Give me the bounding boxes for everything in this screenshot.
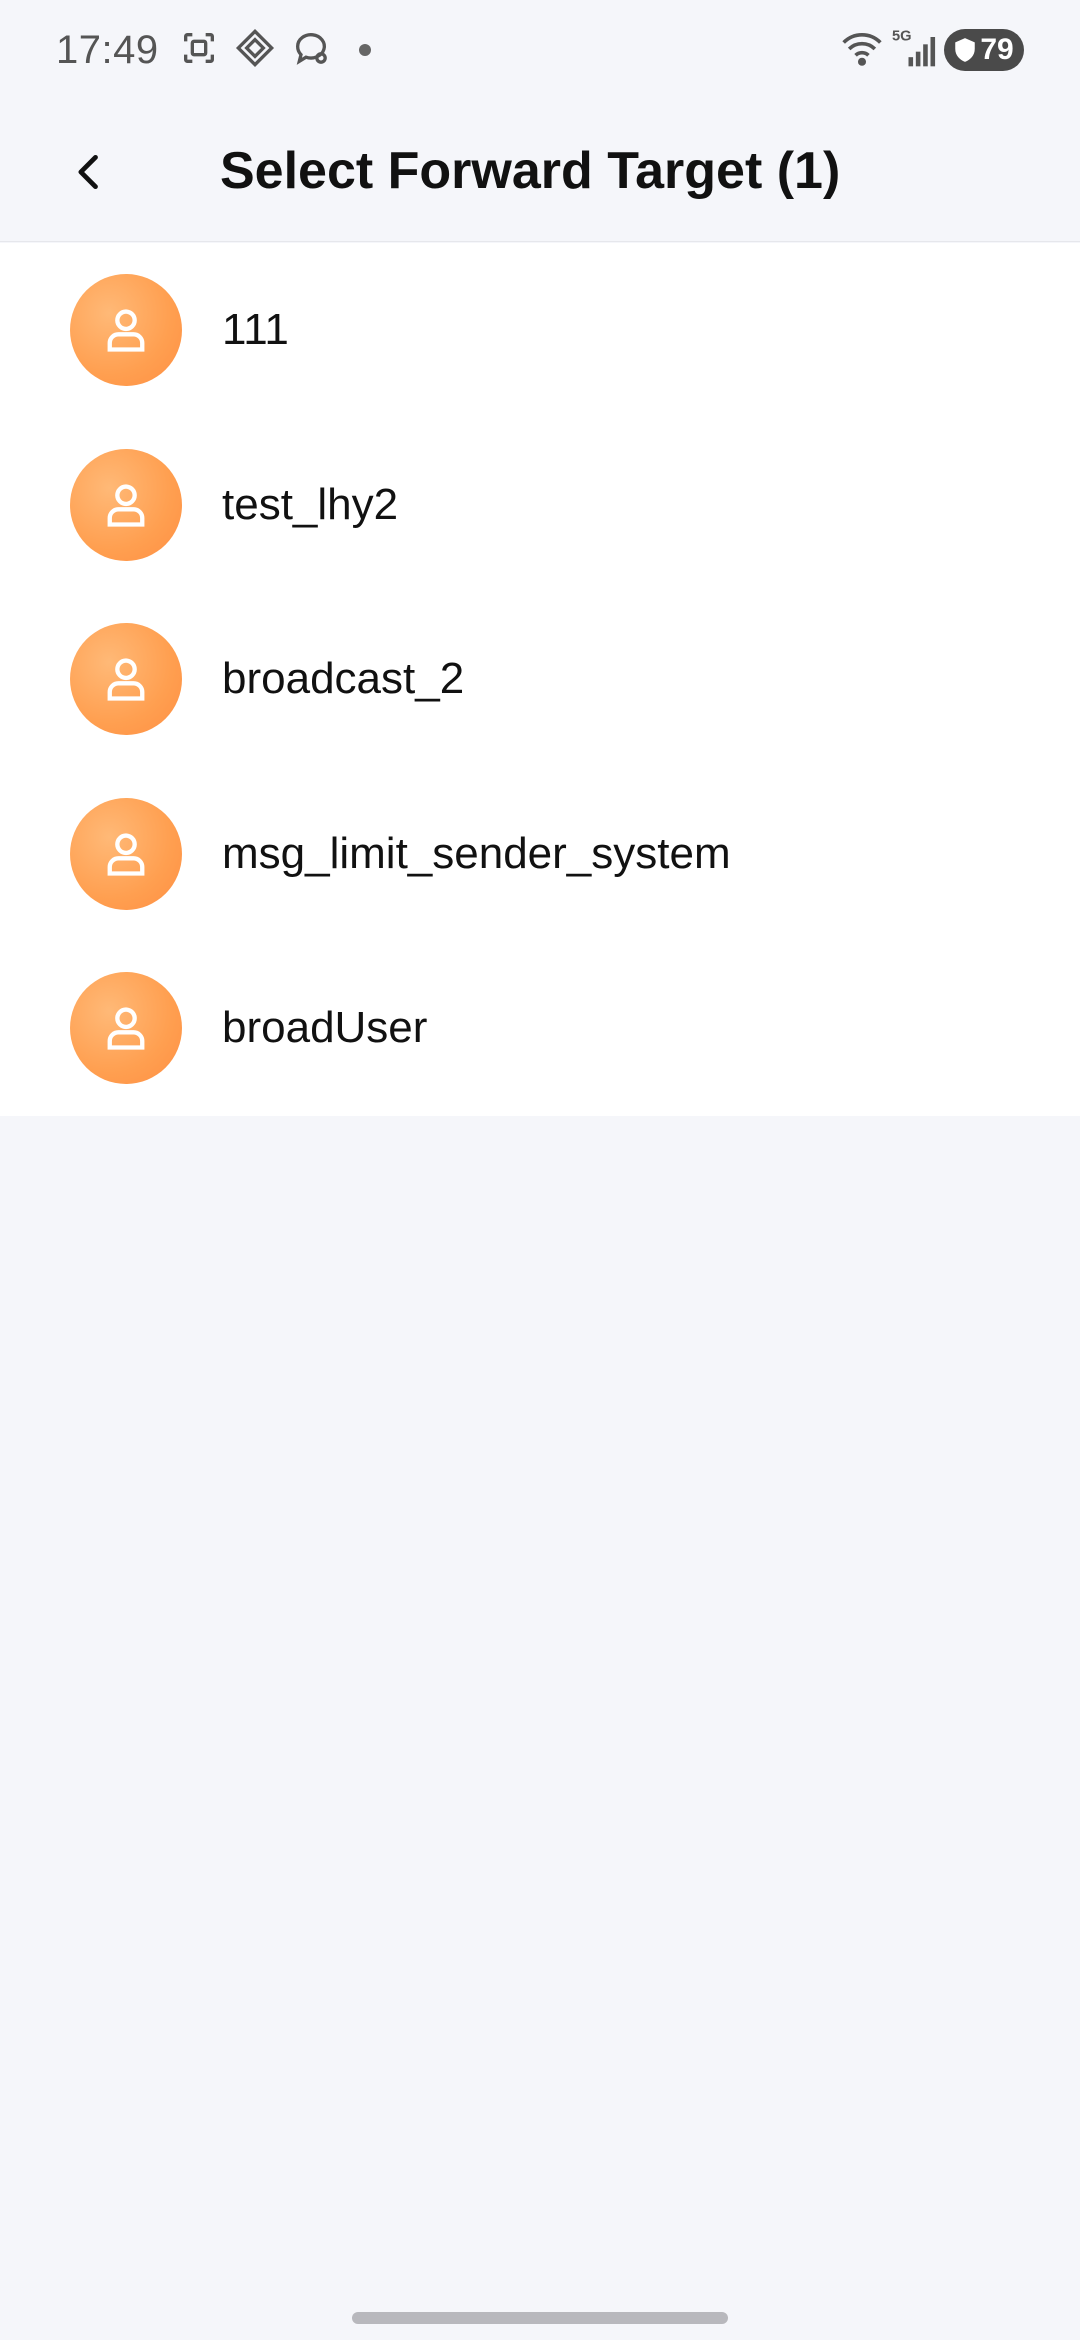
status-notification-icons xyxy=(179,28,371,73)
app-header: Select Forward Target (1) xyxy=(0,100,1080,242)
user-icon xyxy=(107,484,145,527)
target-name: broadUser xyxy=(222,1003,428,1053)
target-name: msg_limit_sender_system xyxy=(222,828,731,878)
battery-indicator: 79 xyxy=(944,29,1024,71)
avatar xyxy=(70,972,182,1085)
target-name: broadcast_2 xyxy=(222,654,465,704)
status-bar: 17:49 5G 79 xyxy=(0,0,1080,100)
target-name: 111 xyxy=(222,305,289,355)
forward-target-list: 111 test_lhy2 broadcast_2 msg_limit_send… xyxy=(0,243,1080,1116)
wifi-icon xyxy=(840,26,884,75)
list-item[interactable]: test_lhy2 xyxy=(0,418,1080,593)
battery-level: 79 xyxy=(980,33,1014,66)
list-item[interactable]: 111 xyxy=(0,243,1080,418)
chat-bubble-icon xyxy=(291,28,331,73)
chevron-left-icon xyxy=(78,154,98,190)
status-system-icons: 5G 79 xyxy=(840,26,1024,75)
app-grid-icon xyxy=(235,28,275,73)
user-icon xyxy=(107,1007,145,1050)
avatar xyxy=(70,623,182,736)
screenshot-icon xyxy=(179,28,219,73)
notification-dot xyxy=(358,44,371,56)
avatar xyxy=(70,448,182,561)
list-item[interactable]: msg_limit_sender_system xyxy=(0,767,1080,942)
network-type-label: 5G xyxy=(892,28,912,44)
home-indicator[interactable] xyxy=(352,2312,728,2324)
list-item[interactable]: broadUser xyxy=(0,941,1080,1116)
user-icon xyxy=(107,833,145,876)
avatar xyxy=(70,274,182,387)
back-button[interactable] xyxy=(50,132,130,212)
status-time: 17:49 xyxy=(56,27,159,72)
signal-icon: 5G xyxy=(892,26,936,75)
user-icon xyxy=(107,309,145,352)
user-icon xyxy=(107,658,145,701)
list-item[interactable]: broadcast_2 xyxy=(0,592,1080,767)
target-name: test_lhy2 xyxy=(222,479,399,529)
page-title: Select Forward Target (1) xyxy=(220,142,841,200)
shield-icon xyxy=(955,38,976,62)
avatar xyxy=(70,797,182,910)
